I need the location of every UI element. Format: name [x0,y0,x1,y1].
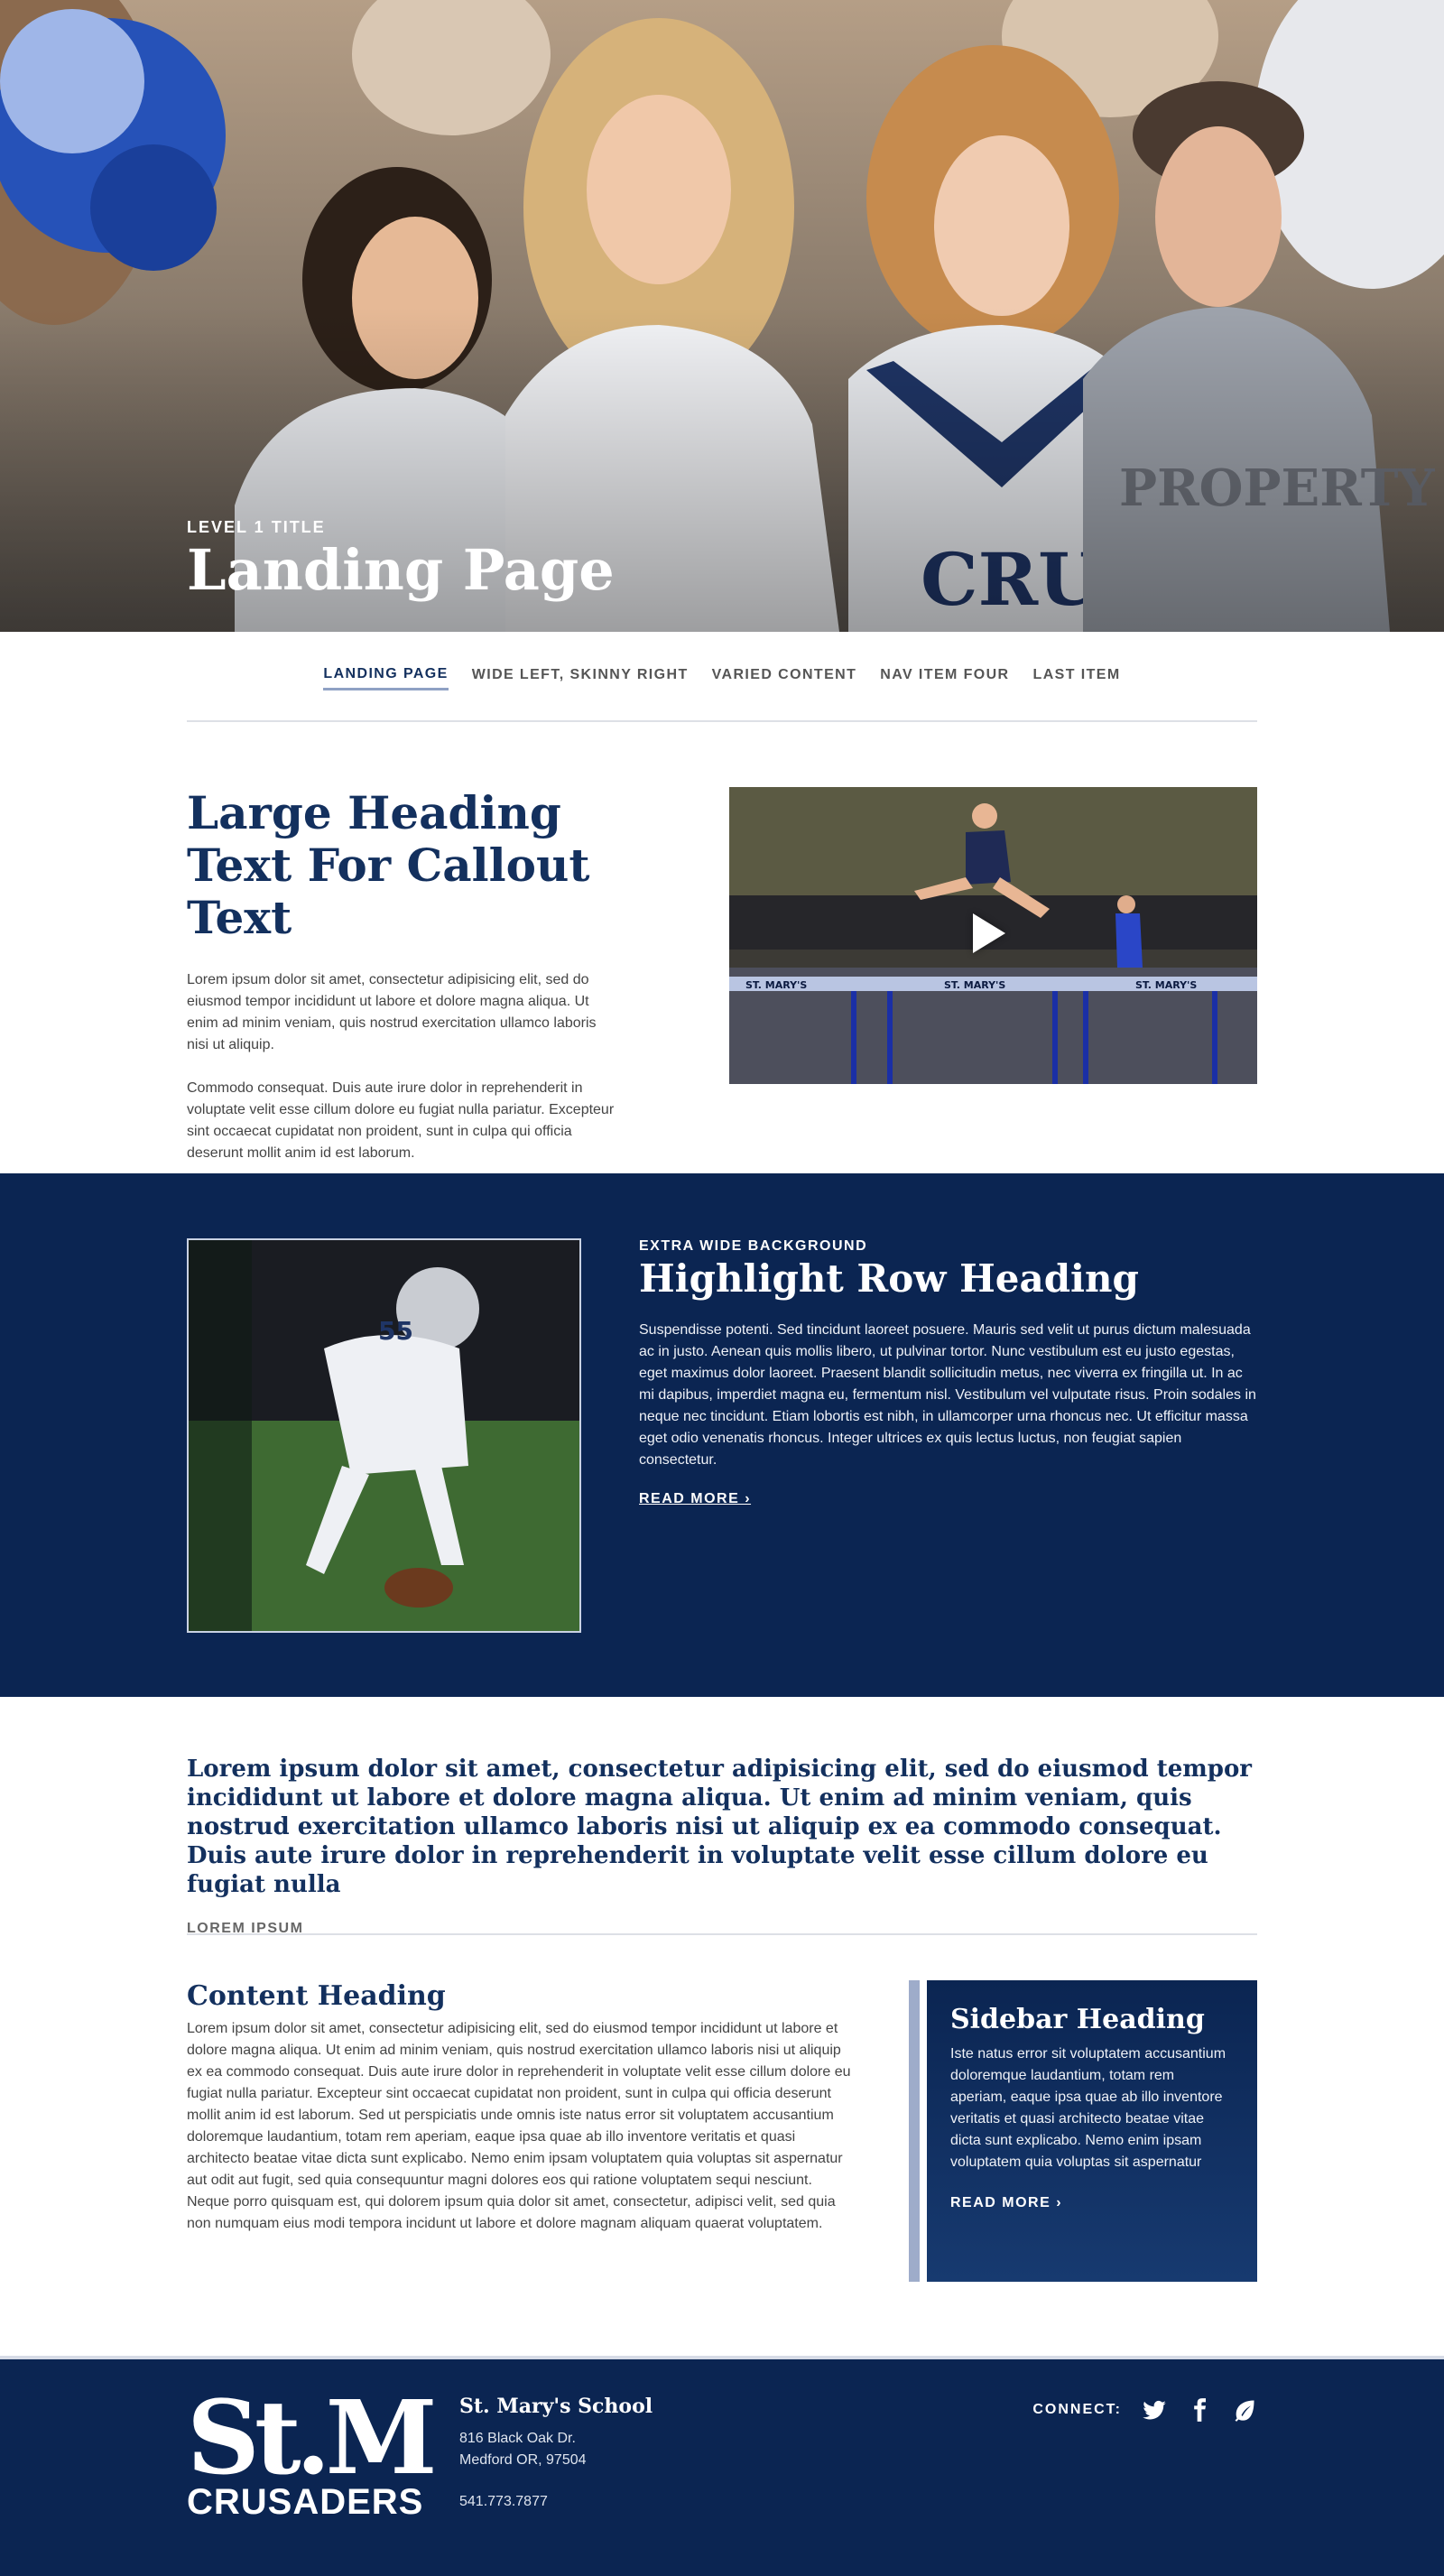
highlight-read-more-link[interactable]: READ MORE › [639,1491,751,1507]
callout-section: Large Heading Text For Callout Text Lore… [187,722,1257,1173]
section-subnav: LANDING PAGE WIDE LEFT, SKINNY RIGHT VAR… [187,632,1257,722]
subnav-item-nav-item-four[interactable]: NAV ITEM FOUR [880,667,1009,689]
sidebar: Sidebar Heading Iste natus error sit vol… [909,1980,1257,2282]
video-banner-text: ST. MARY'S [944,979,1005,991]
subnav-item-landing-page[interactable]: LANDING PAGE [323,666,449,690]
callout-paragraph: Commodo consequat. Duis aute irure dolor… [187,1080,615,1161]
callout-paragraph: Lorem ipsum dolor sit amet, consectetur … [187,972,597,1052]
callout-body: Lorem ipsum dolor sit amet, consectetur … [187,969,620,1164]
hero-text: LEVEL 1 TITLE Landing Page [187,518,615,602]
footer-address: St. Mary's School 816 Black Oak Dr. Medf… [459,2394,653,2520]
video-player[interactable]: ST. MARY'S ST. MARY'S ST. MARY'S [729,787,1257,1084]
content-main: Content Heading Lorem ipsum dolor sit am… [187,1980,855,2356]
school-name: St. Mary's School [459,2395,653,2418]
highlight-heading: Highlight Row Heading [639,1256,1139,1301]
callout-text: Large Heading Text For Callout Text Lore… [187,787,620,1173]
address-line-2: Medford OR, 97504 [459,2452,587,2468]
subnav-item-varied-content[interactable]: VARIED CONTENT [712,667,857,689]
facebook-icon[interactable] [1187,2397,1212,2423]
address-line-1: 816 Black Oak Dr. [459,2431,576,2446]
content-section: Content Heading Lorem ipsum dolor sit am… [187,1935,1257,2356]
highlight-body: Suspendisse potenti. Sed tincidunt laore… [639,1322,1256,1468]
video-banner-text: ST. MARY'S [745,979,807,991]
highlight-eyebrow: EXTRA WIDE BACKGROUND [639,1238,868,1254]
leaf-icon[interactable] [1232,2397,1257,2423]
highlight-row: 55 EXTRA WIDE BACKGROUND Highlight Row H… [0,1173,1444,1697]
logo-wordmark: CRUSADERS [187,2482,424,2522]
quote-text: Lorem ipsum dolor sit amet, consectetur … [187,1756,1253,1898]
sidebar-accent-rule [909,1980,920,2282]
video-banner-text: ST. MARY'S [1135,979,1197,991]
phone-number[interactable]: 541.773.7877 [459,2491,653,2513]
subnav-item-wide-left[interactable]: WIDE LEFT, SKINNY RIGHT [472,667,689,689]
logo-mark: St.M [187,2379,438,2497]
hero-banner: CRUSADE PROPERTY LEVEL 1 TITLE Landing P… [0,0,1444,632]
sidebar-body: Iste natus error sit voluptatem accusant… [950,2046,1226,2170]
page-title: Landing Page [187,537,615,603]
jersey-number: 55 [378,1316,413,1346]
subnav-item-last-item[interactable]: LAST ITEM [1033,667,1121,689]
sidebar-card: Sidebar Heading Iste natus error sit vol… [927,1980,1257,2282]
hero-eyebrow: LEVEL 1 TITLE [187,518,326,536]
callout-heading: Large Heading Text For Callout Text [187,786,590,944]
connect-label: CONNECT: [1032,2402,1122,2417]
sidebar-heading: Sidebar Heading [950,2004,1205,2035]
highlight-text: EXTRA WIDE BACKGROUND Highlight Row Head… [639,1238,1256,1633]
sidebar-read-more-link[interactable]: READ MORE › [950,2195,1062,2211]
school-logo[interactable]: St.M CRUSADERS [187,2379,438,2522]
pull-quote: Lorem ipsum dolor sit amet, consectetur … [187,1697,1257,1936]
footer: St.M CRUSADERS St. Mary's School 816 Bla… [0,2356,1444,2576]
twitter-icon[interactable] [1142,2397,1167,2423]
highlight-photo: 55 [187,1238,581,1633]
play-icon[interactable] [973,913,1005,953]
content-heading: Content Heading [187,1980,446,2012]
content-body: Lorem ipsum dolor sit amet, consectetur … [187,2021,851,2231]
social-connect: CONNECT: [1032,2397,1257,2423]
